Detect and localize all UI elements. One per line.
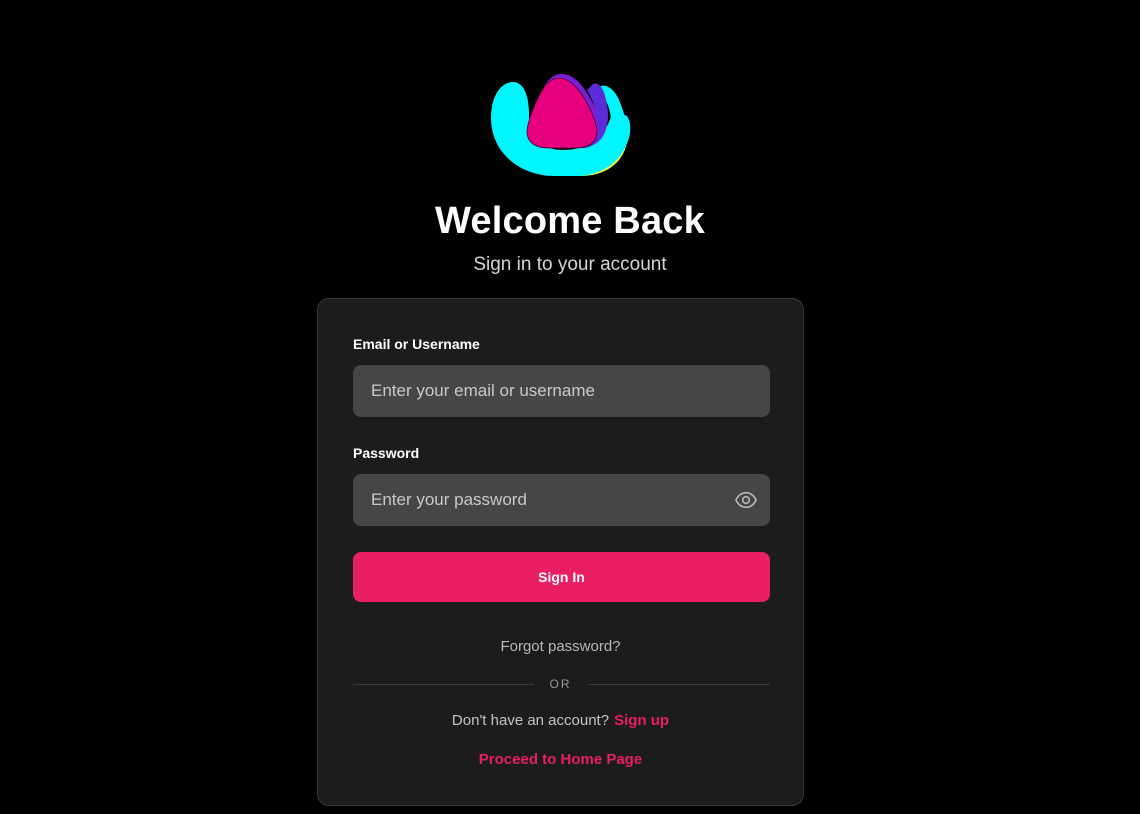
login-card: Email or Username Password Sign In Forgo… [317,298,804,806]
divider-right [589,684,770,685]
password-field-container [353,474,770,526]
sign-up-link[interactable]: Sign up [614,712,669,729]
password-input[interactable] [353,474,770,526]
signup-prompt-row: Don't have an account? Sign up [318,712,803,729]
password-label: Password [353,445,420,461]
sign-in-button[interactable]: Sign In [353,552,770,602]
forgot-password-link[interactable]: Forgot password? [318,638,803,655]
login-page: Welcome Back Sign in to your account Ema… [0,0,1140,814]
eye-icon[interactable] [735,490,757,510]
email-input[interactable] [353,365,770,417]
signup-prompt-text: Don't have an account? [451,712,610,729]
email-label: Email or Username [353,336,480,352]
email-field-container [353,365,770,417]
page-title: Welcome Back [435,200,705,242]
brand-logo-icon [491,74,631,176]
page-subtitle: Sign in to your account [473,254,667,275]
proceed-home-link[interactable]: Proceed to Home Page [318,751,803,768]
